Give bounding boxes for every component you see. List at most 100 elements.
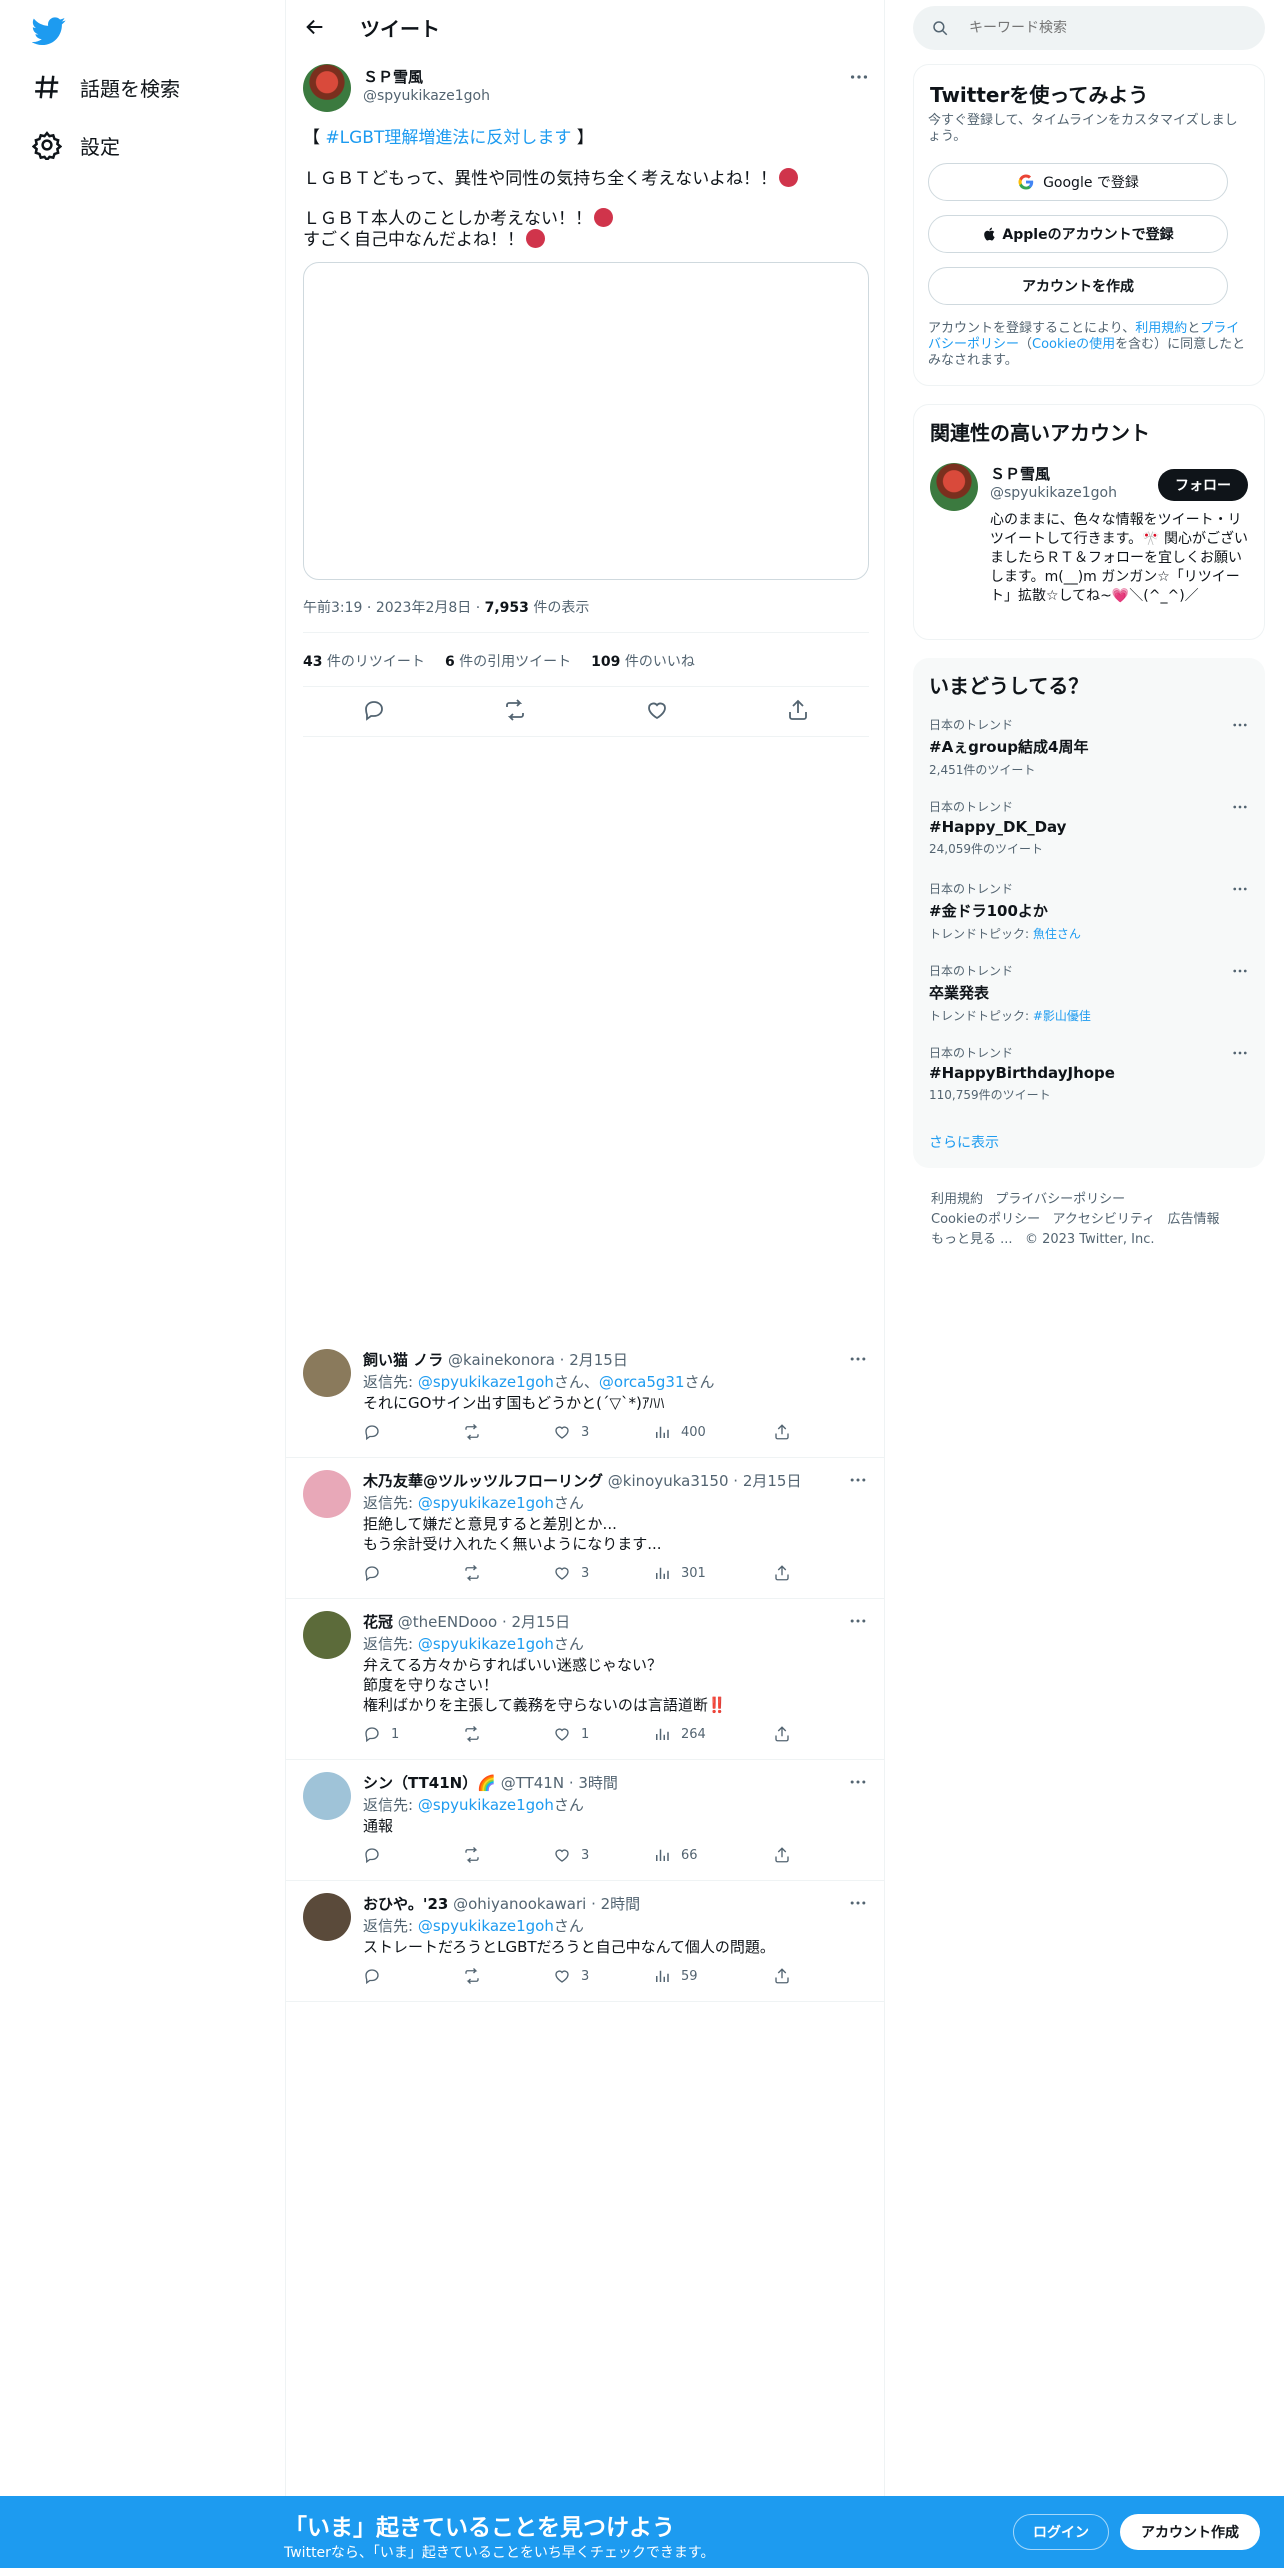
views-action[interactable]: 66 bbox=[653, 1846, 698, 1864]
reply-action[interactable] bbox=[363, 1564, 391, 1582]
reply-author-handle[interactable]: @ohiyanookawari bbox=[453, 1895, 586, 1913]
reply-action[interactable] bbox=[363, 1846, 391, 1864]
more-options-icon[interactable] bbox=[1231, 880, 1249, 898]
reply-avatar[interactable] bbox=[303, 1349, 351, 1397]
reply-author-name[interactable]: 花冠 bbox=[363, 1613, 393, 1631]
views-action[interactable]: 264 bbox=[653, 1725, 706, 1743]
author-avatar[interactable] bbox=[303, 64, 351, 112]
footer-ads-link[interactable]: 広告情報 bbox=[1168, 1212, 1220, 1227]
trend-item[interactable]: 日本のトレンド #Aぇgroup結成4周年 2,451件のツイート bbox=[929, 716, 1249, 778]
trend-item[interactable]: 日本のトレンド #金ドラ100よか トレンドトピック: 魚住さん bbox=[929, 880, 1249, 942]
retweet-action[interactable] bbox=[463, 1725, 491, 1743]
more-options-icon[interactable] bbox=[848, 1611, 868, 1631]
reply-avatar[interactable] bbox=[303, 1611, 351, 1659]
hashtag-link[interactable]: #LGBT理解増進法に反対します bbox=[325, 128, 571, 148]
back-arrow-icon[interactable] bbox=[304, 16, 326, 38]
like-action[interactable]: 3 bbox=[553, 1423, 589, 1441]
footer-privacy-link[interactable]: プライバシーポリシー bbox=[995, 1192, 1125, 1207]
related-handle[interactable]: @spyukikaze1goh bbox=[990, 485, 1117, 501]
like-action[interactable]: 3 bbox=[553, 1564, 589, 1582]
reply-avatar[interactable] bbox=[303, 1772, 351, 1820]
share-icon[interactable] bbox=[786, 698, 810, 722]
search-input[interactable] bbox=[969, 20, 1229, 36]
share-action[interactable] bbox=[773, 1846, 801, 1864]
reply-tweet[interactable]: シン（TT41N）🌈 @TT41N · 3時間 返信先: @spyukikaze1… bbox=[286, 1760, 884, 1881]
retweet-action[interactable] bbox=[463, 1967, 491, 1985]
likes-stat[interactable]: 109 件のいいね bbox=[591, 651, 695, 671]
reply-tweet[interactable]: 木乃友華@ツルッツルフローリング @kinoyuka3150 · 2月15日 返信… bbox=[286, 1458, 884, 1599]
retweet-action[interactable] bbox=[463, 1846, 491, 1864]
tweet-date[interactable]: 2023年2月8日 bbox=[376, 600, 471, 616]
reply-action[interactable]: 1 bbox=[363, 1725, 399, 1743]
share-action[interactable] bbox=[773, 1967, 801, 1985]
follow-button[interactable]: フォロー bbox=[1158, 469, 1248, 501]
footer-access-link[interactable]: アクセシビリティ bbox=[1053, 1212, 1156, 1227]
nav-explore[interactable]: 話題を検索 bbox=[32, 65, 180, 109]
reply-author-name[interactable]: おひや。'23 bbox=[363, 1895, 448, 1913]
trend-topic-link[interactable]: 魚住さん bbox=[1033, 927, 1081, 941]
reply-author-handle[interactable]: @kainekonora bbox=[448, 1351, 555, 1369]
reply-author-handle[interactable]: @theENDooo bbox=[398, 1613, 497, 1631]
reply-action[interactable] bbox=[363, 1423, 391, 1441]
share-action[interactable] bbox=[773, 1725, 801, 1743]
login-button[interactable]: ログイン bbox=[1013, 2514, 1109, 2550]
more-options-icon[interactable] bbox=[1231, 962, 1249, 980]
retweet-icon[interactable] bbox=[503, 698, 527, 722]
reply-author-handle[interactable]: @TT41N bbox=[501, 1774, 564, 1792]
more-options-icon[interactable] bbox=[1231, 1044, 1249, 1062]
like-action[interactable]: 1 bbox=[553, 1725, 589, 1743]
views-action[interactable]: 400 bbox=[653, 1423, 706, 1441]
views-action[interactable]: 301 bbox=[653, 1564, 706, 1582]
more-options-icon[interactable] bbox=[848, 1470, 868, 1490]
more-options-icon[interactable] bbox=[848, 66, 870, 88]
like-icon[interactable] bbox=[645, 698, 669, 722]
reply-author-handle[interactable]: @kinoyuka3150 bbox=[608, 1472, 729, 1490]
reply-to-mention[interactable]: @spyukikaze1goh bbox=[418, 1796, 554, 1814]
search-box[interactable] bbox=[913, 6, 1265, 50]
like-action[interactable]: 3 bbox=[553, 1846, 589, 1864]
footer-more-link[interactable]: もっと見る ... bbox=[931, 1232, 1013, 1247]
more-options-icon[interactable] bbox=[848, 1893, 868, 1913]
tweet-time[interactable]: 午前3:19 bbox=[303, 600, 362, 616]
reply-time[interactable]: 2時間 bbox=[601, 1895, 641, 1913]
like-action[interactable]: 3 bbox=[553, 1967, 589, 1985]
reply-tweet[interactable]: 花冠 @theENDooo · 2月15日 返信先: @spyukikaze1go… bbox=[286, 1599, 884, 1760]
views-action[interactable]: 59 bbox=[653, 1967, 698, 1985]
nav-settings[interactable]: 設定 bbox=[32, 123, 120, 167]
reply-time[interactable]: 2月15日 bbox=[743, 1472, 802, 1490]
footer-cookie-link[interactable]: Cookieのポリシー bbox=[931, 1212, 1040, 1227]
reply-author-name[interactable]: 飼い猫 ノラ bbox=[363, 1351, 443, 1369]
trend-item[interactable]: 日本のトレンド 卒業発表 トレンドトピック: #影山優佳 bbox=[929, 962, 1249, 1024]
tweet-media[interactable] bbox=[303, 262, 869, 580]
apple-signup-button[interactable]: Appleのアカウントで登録 bbox=[928, 215, 1228, 253]
retweet-action[interactable] bbox=[463, 1564, 491, 1582]
reply-to-mention[interactable]: @orca5g31 bbox=[599, 1373, 685, 1391]
reply-to-mention[interactable]: @spyukikaze1goh bbox=[418, 1635, 554, 1653]
reply-to-mention[interactable]: @spyukikaze1goh bbox=[418, 1373, 554, 1391]
footer-terms-link[interactable]: 利用規約 bbox=[931, 1192, 983, 1207]
retweet-action[interactable] bbox=[463, 1423, 491, 1441]
trend-item[interactable]: 日本のトレンド #Happy_DK_Day 24,059件のツイート bbox=[929, 798, 1249, 857]
author-handle[interactable]: @spyukikaze1goh bbox=[363, 88, 490, 104]
more-options-icon[interactable] bbox=[848, 1772, 868, 1792]
retweets-stat[interactable]: 43 件のリツイート bbox=[303, 651, 425, 671]
trend-topic-link[interactable]: #影山優佳 bbox=[1033, 1009, 1091, 1023]
reply-author-name[interactable]: シン（TT41N）🌈 bbox=[363, 1774, 496, 1792]
terms-link[interactable]: 利用規約 bbox=[1135, 321, 1187, 336]
related-name[interactable]: ＳＰ雪風 bbox=[990, 463, 1050, 484]
more-options-icon[interactable] bbox=[1231, 798, 1249, 816]
create-account-button[interactable]: アカウントを作成 bbox=[928, 267, 1228, 305]
reply-avatar[interactable] bbox=[303, 1893, 351, 1941]
reply-icon[interactable] bbox=[362, 698, 386, 722]
reply-time[interactable]: 3時間 bbox=[578, 1774, 618, 1792]
reply-time[interactable]: 2月15日 bbox=[569, 1351, 628, 1369]
reply-tweet[interactable]: おひや。'23 @ohiyanookawari · 2時間 返信先: @spyuk… bbox=[286, 1881, 884, 2002]
google-signup-button[interactable]: Google で登録 bbox=[928, 163, 1228, 201]
signup-button[interactable]: アカウント作成 bbox=[1120, 2514, 1260, 2550]
share-action[interactable] bbox=[773, 1564, 801, 1582]
show-more-link[interactable]: さらに表示 bbox=[929, 1132, 999, 1152]
more-options-icon[interactable] bbox=[1231, 716, 1249, 734]
reply-action[interactable] bbox=[363, 1967, 391, 1985]
reply-author-name[interactable]: 木乃友華@ツルッツルフローリング bbox=[363, 1472, 603, 1490]
reply-to-mention[interactable]: @spyukikaze1goh bbox=[418, 1917, 554, 1935]
